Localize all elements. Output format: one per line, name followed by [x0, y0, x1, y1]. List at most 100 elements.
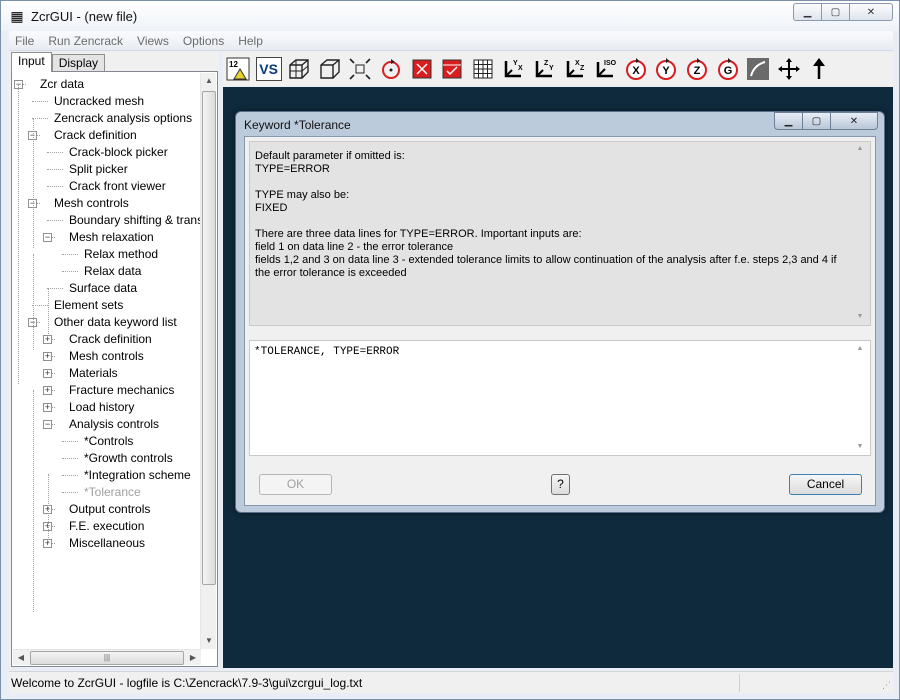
- dialog-body: Default parameter if omitted is: TYPE=ER…: [244, 136, 876, 506]
- main-window: ▦ ZcrGUI - (new file) ▁ ▢ ✕ File Run Zen…: [0, 0, 900, 700]
- status-separator: [739, 674, 740, 692]
- tree-item[interactable]: *Growth controls: [84, 450, 173, 467]
- scroll-up-icon[interactable]: ▲: [201, 73, 217, 89]
- tree-item[interactable]: Mesh controls: [54, 195, 129, 212]
- tree-item[interactable]: Surface data: [69, 280, 137, 297]
- editor-scroll-down-icon[interactable]: ▼: [853, 443, 867, 450]
- collapse-icon[interactable]: −: [43, 420, 52, 429]
- tree-item[interactable]: *Integration scheme: [84, 467, 191, 484]
- tree-item[interactable]: Other data keyword list: [54, 314, 177, 331]
- view-yx-icon[interactable]: YX: [500, 55, 526, 83]
- dialog-minimize-button[interactable]: ▁: [774, 112, 802, 130]
- close-button[interactable]: ✕: [849, 3, 893, 21]
- scroll-right-icon[interactable]: ▶: [185, 650, 201, 666]
- resize-grip-icon[interactable]: ⋰: [882, 680, 891, 691]
- view-iso-icon[interactable]: ISO: [592, 55, 618, 83]
- tree-guide: [33, 254, 34, 350]
- expand-icon[interactable]: +: [43, 386, 52, 395]
- numbering-icon[interactable]: 12: [225, 55, 251, 83]
- info-scroll-down-icon[interactable]: ▼: [853, 313, 867, 320]
- tree-item[interactable]: Relax method: [84, 246, 158, 263]
- rotate-x-icon[interactable]: X: [623, 55, 649, 83]
- menu-views[interactable]: Views: [130, 34, 176, 48]
- up-arrow-icon[interactable]: [806, 55, 832, 83]
- menu-help[interactable]: Help: [231, 34, 270, 48]
- dialog-close-button[interactable]: ✕: [830, 112, 878, 130]
- title-bar[interactable]: ▦ ZcrGUI - (new file) ▁ ▢ ✕: [1, 1, 899, 31]
- tree-item[interactable]: Split picker: [69, 161, 128, 178]
- tree-connector: [62, 271, 78, 272]
- cancel-button[interactable]: Cancel: [789, 474, 862, 495]
- tree-item[interactable]: Crack definition: [54, 127, 137, 144]
- tree-connector: [62, 492, 78, 493]
- tree-item[interactable]: Relax data: [84, 263, 141, 280]
- tree-item[interactable]: Output controls: [69, 501, 150, 518]
- keyword-editor[interactable]: *TOLERANCE, TYPE=ERROR: [249, 340, 871, 456]
- tree-connector: [47, 152, 63, 153]
- expand-icon[interactable]: +: [43, 369, 52, 378]
- tree-item[interactable]: Crack-block picker: [69, 144, 168, 161]
- expand-icon[interactable]: +: [43, 335, 52, 344]
- red-x-icon[interactable]: [409, 55, 435, 83]
- menu-options[interactable]: Options: [176, 34, 231, 48]
- mesh-cube-icon[interactable]: [286, 55, 312, 83]
- menu-file[interactable]: File: [9, 34, 41, 48]
- tree-item[interactable]: Materials: [69, 365, 118, 382]
- ok-button[interactable]: OK: [259, 474, 332, 495]
- menu-run-zencrack[interactable]: Run Zencrack: [41, 34, 130, 48]
- maximize-button[interactable]: ▢: [821, 3, 849, 21]
- view-xz-icon[interactable]: XZ: [562, 55, 588, 83]
- vs-button[interactable]: VS: [255, 57, 282, 81]
- scroll-down-icon[interactable]: ▼: [201, 633, 217, 649]
- tree-item[interactable]: Mesh controls: [69, 348, 144, 365]
- pan-icon[interactable]: [776, 55, 802, 83]
- tree-vertical-scrollbar[interactable]: ▲ ▼: [200, 73, 216, 649]
- dialog-maximize-button[interactable]: ▢: [802, 112, 830, 130]
- tree-item[interactable]: Analysis controls: [69, 416, 159, 433]
- window-title: ZcrGUI - (new file): [31, 8, 138, 24]
- tab-input[interactable]: Input: [11, 52, 52, 72]
- tree-guide: [48, 474, 49, 542]
- view-zy-icon[interactable]: ZY: [531, 55, 557, 83]
- tab-display[interactable]: Display: [51, 54, 106, 72]
- collapse-icon[interactable]: −: [43, 233, 52, 242]
- scroll-thumb-horizontal[interactable]: |||: [30, 651, 184, 665]
- keyword-tree[interactable]: − Zcr data Uncracked mesh Zencrack analysis…: [11, 71, 218, 667]
- svg-text:Z: Z: [580, 65, 585, 72]
- tree-item[interactable]: Crack definition: [69, 331, 152, 348]
- expand-icon[interactable]: +: [43, 403, 52, 412]
- tree-item[interactable]: Fracture mechanics: [69, 382, 174, 399]
- tree-item[interactable]: Mesh relaxation: [69, 229, 154, 246]
- rotate-icon[interactable]: [378, 55, 404, 83]
- tree-connector: [47, 220, 63, 221]
- tree-horizontal-scrollbar[interactable]: ◀ ||| ▶: [13, 649, 201, 665]
- tree-item[interactable]: F.E. execution: [69, 518, 144, 535]
- svg-text:X: X: [632, 65, 640, 77]
- tree-item[interactable]: *Tolerance: [84, 484, 141, 501]
- help-button[interactable]: ?: [551, 474, 570, 495]
- tree-item[interactable]: Miscellaneous: [69, 535, 145, 552]
- minimize-button[interactable]: ▁: [793, 3, 821, 21]
- tree-item[interactable]: Zencrack analysis options: [54, 110, 192, 127]
- rotate-z-icon[interactable]: Z: [684, 55, 710, 83]
- editor-scroll-up-icon[interactable]: ▲: [853, 345, 867, 352]
- info-scroll-up-icon[interactable]: ▲: [853, 145, 867, 152]
- grid-icon[interactable]: [470, 55, 496, 83]
- red-check-icon[interactable]: [439, 55, 465, 83]
- fit-view-icon[interactable]: [347, 55, 373, 83]
- tree-item[interactable]: *Controls: [84, 433, 133, 450]
- wire-cube-icon[interactable]: [317, 55, 343, 83]
- rotate-y-icon[interactable]: Y: [653, 55, 679, 83]
- tree-item[interactable]: Element sets: [54, 297, 123, 314]
- curve-icon[interactable]: [745, 55, 771, 83]
- rotate-g-icon[interactable]: G: [715, 55, 741, 83]
- tree-item[interactable]: Crack front viewer: [69, 178, 166, 195]
- tree-item[interactable]: Zcr data: [40, 76, 84, 93]
- tree-connector: [47, 169, 63, 170]
- scroll-left-icon[interactable]: ◀: [13, 650, 29, 666]
- tree-item[interactable]: Load history: [69, 399, 134, 416]
- expand-icon[interactable]: +: [43, 352, 52, 361]
- scroll-thumb[interactable]: [202, 91, 216, 585]
- tree-item[interactable]: Boundary shifting & trans: [69, 212, 203, 229]
- tree-item[interactable]: Uncracked mesh: [54, 93, 144, 110]
